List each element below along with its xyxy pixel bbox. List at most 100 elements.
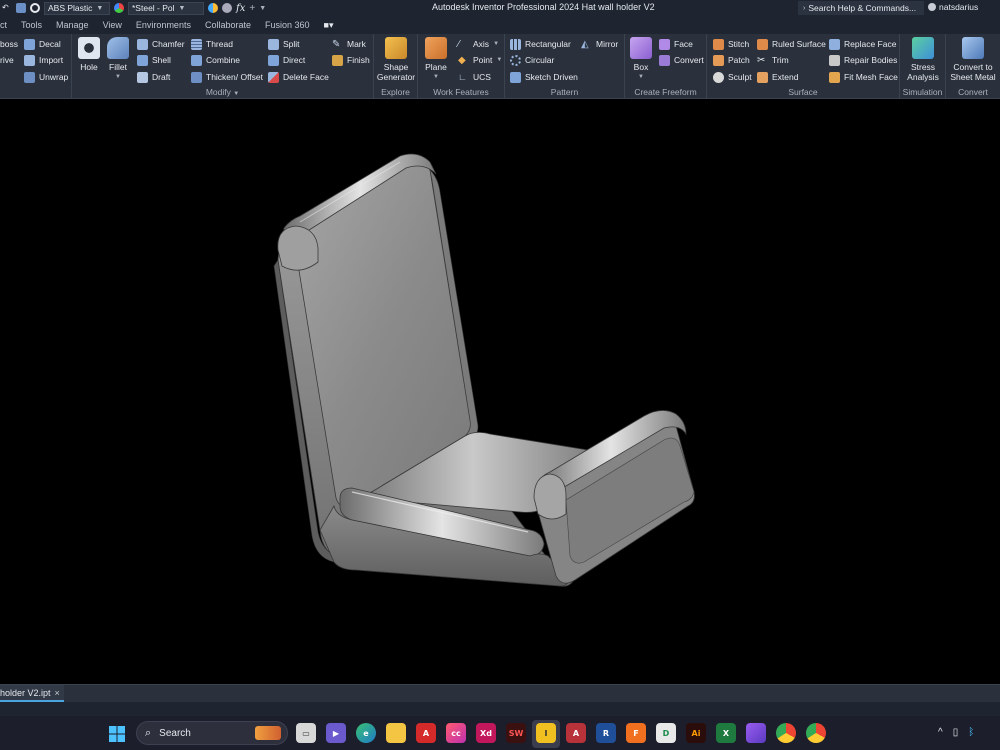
convert-to-sheet-metal-button[interactable]: Convert to Sheet Metal: [947, 37, 999, 82]
tab-environments[interactable]: Environments: [129, 20, 198, 30]
edge-icon[interactable]: e: [356, 723, 376, 743]
ruled-surface-button[interactable]: Ruled Surface: [757, 37, 826, 51]
point-icon: ◆: [458, 54, 466, 66]
stress-analysis-button[interactable]: Stress Analysis: [902, 37, 944, 82]
bluetooth-icon[interactable]: ᛒ: [968, 727, 974, 738]
solidworks-icon[interactable]: SW: [506, 723, 526, 743]
search-help-input[interactable]: › Search Help & Commands...: [798, 1, 924, 15]
add-icon[interactable]: +: [249, 3, 255, 14]
direct-button[interactable]: Direct: [268, 53, 305, 67]
delete-face-button[interactable]: Delete Face: [268, 70, 329, 84]
thread-button[interactable]: Thread: [191, 37, 233, 51]
adjust-appearance-icon[interactable]: [208, 3, 218, 13]
chevron-up-icon[interactable]: ^: [938, 727, 943, 738]
derive-button[interactable]: rive: [0, 53, 14, 67]
tab-view[interactable]: View: [96, 20, 129, 30]
convert-freeform-button[interactable]: Convert: [659, 53, 704, 67]
fit-mesh-face-button[interactable]: Fit Mesh Face: [829, 70, 898, 84]
outlook-icon[interactable]: [746, 723, 766, 743]
draft-button[interactable]: Draft: [137, 70, 170, 84]
repair-bodies-button[interactable]: Repair Bodies: [829, 53, 897, 67]
mark-button[interactable]: ✎ Mark: [332, 37, 366, 51]
panel-label-pattern: Pattern: [550, 87, 579, 97]
xd-icon[interactable]: Xd: [476, 723, 496, 743]
fusion-icon[interactable]: F: [626, 723, 646, 743]
panel-label-modify[interactable]: Modify ▼: [72, 87, 373, 97]
decal-icon: [24, 38, 35, 50]
shape-generator-button[interactable]: Shape Generator: [375, 37, 417, 82]
finish-button[interactable]: Finish: [332, 53, 370, 67]
tab-tools[interactable]: Tools: [14, 20, 49, 30]
folder-icon[interactable]: [386, 723, 406, 743]
stitch-button[interactable]: Stitch: [713, 37, 749, 51]
document-app-icon[interactable]: D: [656, 723, 676, 743]
circular-pattern-icon: [510, 54, 521, 66]
sketch-driven-pattern-button[interactable]: Sketch Driven: [510, 70, 578, 84]
trim-icon: ✂: [757, 54, 766, 66]
usb-icon[interactable]: ▯: [953, 727, 959, 738]
fillet-button[interactable]: Fillet ▼: [105, 37, 131, 82]
delete-face-icon: [268, 71, 279, 83]
rectangular-pattern-icon: [510, 38, 521, 50]
user-account[interactable]: natsdarius: [928, 2, 978, 12]
chamfer-button[interactable]: Chamfer: [137, 37, 185, 51]
tab-fusion-360[interactable]: Fusion 360: [258, 20, 317, 30]
undo-icon[interactable]: ↶: [2, 3, 12, 13]
file-explorer-icon[interactable]: ▭: [296, 723, 316, 743]
thicken-offset-button[interactable]: Thicken/ Offset: [191, 70, 263, 84]
replace-face-button[interactable]: Replace Face: [829, 37, 896, 51]
box-button[interactable]: Box ▼: [629, 37, 653, 82]
thicken-icon: [191, 71, 202, 83]
tab-manage[interactable]: Manage: [49, 20, 96, 30]
rectangular-pattern-button[interactable]: Rectangular: [510, 37, 571, 51]
circular-pattern-button[interactable]: Circular: [510, 53, 554, 67]
fx-parameters-icon[interactable]: fx: [236, 3, 245, 14]
trim-button[interactable]: ✂ Trim: [757, 53, 789, 67]
access-icon[interactable]: A: [566, 723, 586, 743]
ucs-button[interactable]: ∟ UCS: [458, 70, 491, 84]
chrome-icon[interactable]: [776, 723, 796, 743]
windows-start-icon[interactable]: [108, 725, 126, 743]
face-label: Face: [674, 39, 693, 49]
extend-button[interactable]: Extend: [757, 70, 798, 84]
customize-dropdown-icon[interactable]: ▼: [259, 5, 266, 12]
unwrap-button[interactable]: Unwrap: [24, 70, 68, 84]
material-dropdown[interactable]: ABS Plastic ▼: [44, 1, 110, 15]
window-title: Autodesk Inventor Professional 2024 Hat …: [432, 2, 655, 12]
import-label: Import: [39, 55, 64, 65]
shell-button[interactable]: Shell: [137, 53, 171, 67]
graphics-viewport[interactable]: [0, 100, 1000, 684]
close-icon[interactable]: ×: [55, 688, 60, 698]
decal-button[interactable]: Decal: [24, 37, 61, 51]
appearance-dropdown[interactable]: *Steel - Pol ▼: [128, 1, 204, 15]
combine-button[interactable]: Combine: [191, 53, 240, 67]
document-tab[interactable]: holder V2.ipt ×: [0, 685, 64, 702]
mirror-button[interactable]: ◭ Mirror: [581, 37, 618, 51]
tab-3d-model[interactable]: ct: [0, 20, 14, 30]
video-icon[interactable]: ■▾: [317, 20, 341, 31]
update-icon[interactable]: [16, 3, 26, 13]
hole-button[interactable]: Hole: [76, 37, 102, 72]
acrobat-icon[interactable]: A: [416, 723, 436, 743]
import-button[interactable]: Import: [24, 53, 63, 67]
chrome-alt-icon[interactable]: [806, 723, 826, 743]
axis-button[interactable]: ⁄ Axis ▼: [458, 37, 499, 51]
revit-icon[interactable]: R: [596, 723, 616, 743]
face-button[interactable]: Face: [659, 37, 693, 51]
emboss-button[interactable]: boss: [0, 37, 18, 51]
creative-cloud-icon[interactable]: cc: [446, 723, 466, 743]
split-button[interactable]: Split: [268, 37, 300, 51]
stop-icon[interactable]: [30, 3, 40, 13]
teams-icon[interactable]: ▶: [326, 723, 346, 743]
taskbar-search[interactable]: ⌕ Search: [136, 721, 288, 745]
clear-appearance-icon[interactable]: [222, 3, 232, 13]
tab-collaborate[interactable]: Collaborate: [198, 20, 258, 30]
patch-button[interactable]: Patch: [713, 53, 750, 67]
plane-button[interactable]: Plane ▼: [422, 37, 450, 82]
sculpt-button[interactable]: Sculpt: [713, 70, 752, 84]
excel-icon[interactable]: X: [716, 723, 736, 743]
point-button[interactable]: ◆ Point ▼: [458, 53, 502, 67]
sheet-metal-icon: [962, 37, 984, 59]
inventor-icon[interactable]: I: [536, 723, 556, 743]
illustrator-icon[interactable]: Ai: [686, 723, 706, 743]
